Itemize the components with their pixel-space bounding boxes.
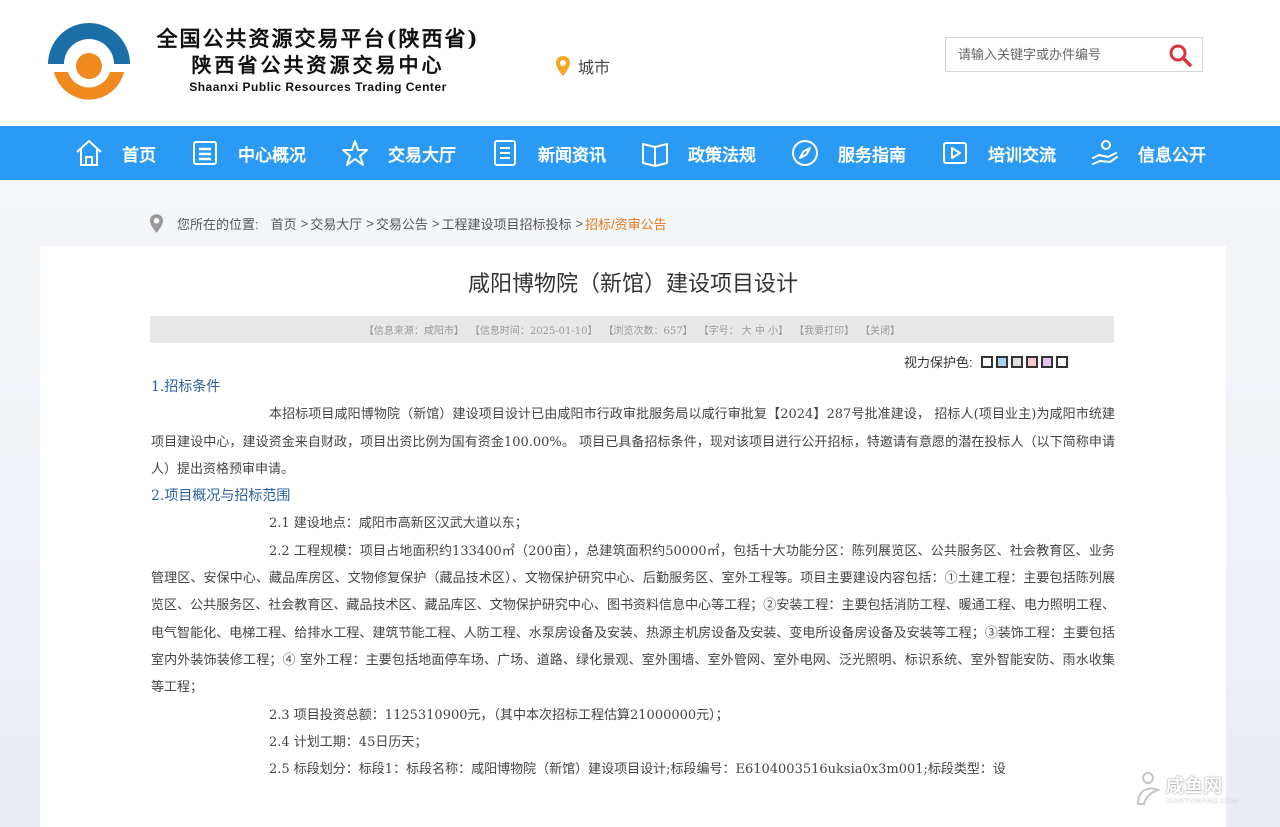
paragraph-lots: 2.5 标段划分：标段1：标段名称：咸阳博物院（新馆）建设项目设计;标段编号：E… [269,762,1006,778]
info-views: 【浏览次数：657】 [603,326,693,337]
logo-text[interactable]: 全国公共资源交易平台(陕西省) 陕西省公共资源交易中心 Shaanxi Publ… [138,26,498,96]
font-size-control[interactable]: 【字号： 大 中 小】 [699,322,789,337]
breadcrumb-separator: > [366,216,374,231]
color-swatch-blue[interactable] [995,355,1008,368]
star-icon [340,138,370,168]
document-icon [190,138,220,168]
nav-item-home[interactable]: 首页 [74,126,156,180]
section-heading-project-overview: 2.项目概况与招标范围 [151,488,291,505]
hand-icon [1090,138,1120,168]
logo-title-english: Shaanxi Public Resources Trading Center [189,80,447,94]
breadcrumb-link-announcements[interactable]: 交易公告 [376,214,428,233]
location-pin-icon [150,214,163,233]
search-box [945,37,1203,72]
logo-title-line1: 全国公共资源交易平台(陕西省) [156,26,480,51]
nav-item-training[interactable]: 培训交流 [940,126,1056,180]
paragraph-bidding-conditions: 本招标项目咸阳博物院（新馆）建设项目设计已由咸阳市行政审批服务局以咸行审批复【2… [151,407,1115,477]
breadcrumb-link-trading-hall[interactable]: 交易大厅 [310,214,362,233]
breadcrumb-separator: > [431,216,440,231]
breadcrumb-link-home[interactable]: 首页 [271,214,297,233]
nav-item-trading-hall[interactable]: 交易大厅 [340,126,456,180]
compass-icon [790,138,820,168]
watermark: 咸鱼网 XIANYUWANG.COM [1134,770,1239,806]
eye-protection-colors: 视力保护色: [904,352,1071,371]
city-label: 城市 [578,60,611,77]
info-source: 【信息来源：咸阳市】 [363,326,464,337]
search-input[interactable] [946,38,1161,71]
eye-protection-label: 视力保护色: [904,355,973,370]
nav-item-news[interactable]: 新闻资讯 [490,126,606,180]
breadcrumb-link-engineering-bidding[interactable]: 工程建设项目招标投标 [441,214,571,233]
paragraph-investment: 2.3 项目投资总额：1125310900元，（其中本次招标工程估算210000… [269,707,729,723]
paragraph-duration: 2.4 计划工期：45日历天； [269,734,428,750]
list-icon [490,138,520,168]
location-pin-icon [556,56,570,76]
book-icon [640,138,670,168]
breadcrumb-separator: > [300,216,309,231]
city-selector[interactable]: 城市 [556,54,610,78]
print-button[interactable]: 【我要打印】 [794,322,854,337]
color-swatch-pink[interactable] [1025,355,1038,368]
nav-label: 首页 [122,145,156,165]
breadcrumb: 您所在的位置: 首页 > 交易大厅 > 交易公告 > 工程建设项目招标投标 > … [150,214,667,233]
nav-label: 新闻资讯 [538,145,606,165]
close-button[interactable]: 【关闭】 [860,322,900,337]
site-header: 全国公共资源交易平台(陕西省) 陕西省公共资源交易中心 Shaanxi Publ… [0,0,1280,126]
nav-item-info-disclosure[interactable]: 信息公开 [1090,126,1206,180]
article-card: 咸阳博物院（新馆）建设项目设计 【信息来源：咸阳市】 【信息时间：2025-01… [40,246,1226,827]
nav-item-policy[interactable]: 政策法规 [640,126,756,180]
nav-item-center-overview[interactable]: 中心概况 [190,126,306,180]
fish-logo-icon [1136,772,1161,805]
home-icon [74,138,104,168]
main-nav: 首页 中心概况 交易大厅 新闻资讯 政策法规 服务指南 培训交流 信息公开 [0,126,1280,180]
color-swatch-default[interactable] [1055,355,1068,368]
paragraph-scale: 2.2 工程规模：项目占地面积约133400㎡（200亩），总建筑面积约5000… [151,543,1115,696]
nav-label: 中心概况 [238,145,306,165]
paragraph-location: 2.1 建设地点：咸阳市高新区汉武大道以东； [269,516,528,532]
logo-title-line2: 陕西省公共资源交易中心 [191,53,445,77]
color-swatch-gray[interactable] [1010,355,1023,368]
color-swatch-white[interactable] [980,355,993,368]
logo-icon[interactable] [44,20,134,104]
nav-label: 信息公开 [1138,145,1206,165]
watermark-en: XIANYUWANG.COM [1166,797,1239,805]
nav-item-service-guide[interactable]: 服务指南 [790,126,906,180]
play-icon [940,138,970,168]
article-body: 1.招标条件 本招标项目咸阳博物院（新馆）建设项目设计已由咸阳市行政审批服务局以… [151,374,1115,783]
watermark-cn: 咸鱼网 [1166,775,1223,796]
nav-label: 服务指南 [838,145,906,165]
article-info-bar: 【信息来源：咸阳市】 【信息时间：2025-01-10】 【浏览次数：657】 … [150,316,1114,343]
search-icon[interactable] [1168,43,1192,67]
breadcrumb-separator: > [575,216,584,231]
nav-label: 培训交流 [988,145,1056,165]
info-time: 【信息时间：2025-01-10】 [469,326,598,337]
nav-label: 政策法规 [688,145,756,165]
section-heading-bidding-conditions: 1.招标条件 [151,379,221,395]
breadcrumb-current[interactable]: 招标/资审公告 [585,214,667,233]
breadcrumb-prefix: 您所在的位置: [177,217,259,232]
nav-label: 交易大厅 [388,145,456,165]
article-title: 咸阳博物院（新馆）建设项目设计 [467,272,798,297]
color-swatch-purple[interactable] [1040,355,1053,368]
